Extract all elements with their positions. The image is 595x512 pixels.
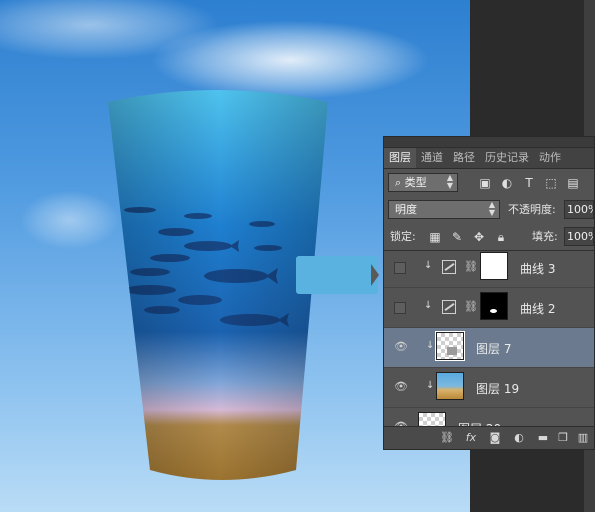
layer-mask-thumbnail[interactable] bbox=[480, 252, 508, 280]
thumb-content bbox=[447, 347, 457, 355]
layer-row[interactable]: ↓ ⛓ 曲线 3 bbox=[384, 248, 594, 288]
link-icon[interactable]: ⛓ bbox=[440, 431, 454, 445]
trash-icon[interactable]: ▥ bbox=[576, 431, 590, 445]
panel-tabs: 图层 通道 路径 历史记录 动作 bbox=[384, 148, 594, 169]
folder-icon[interactable]: ▬ bbox=[536, 431, 550, 445]
opacity-label: 不透明度: bbox=[508, 203, 556, 216]
layer-name[interactable]: 曲线 3 bbox=[520, 260, 555, 277]
updown-icon: ▲ ▼ bbox=[488, 200, 495, 217]
filter-row: ⌕ 类型 ▲ ▼ ▣ ◐ T ⬚ ▤ bbox=[384, 169, 594, 196]
lock-label: 锁定: bbox=[390, 230, 416, 243]
shape-filter-icon[interactable]: ⬚ bbox=[544, 176, 558, 190]
visibility-toggle[interactable] bbox=[394, 262, 406, 274]
panel-header-bar[interactable] bbox=[384, 137, 594, 148]
link-icon[interactable]: ⛓ bbox=[464, 300, 478, 313]
clip-arrow-icon: ↓ bbox=[426, 380, 435, 391]
clip-arrow-icon: ↓ bbox=[424, 260, 433, 271]
blend-row: 明度 ▲▼ 不透明度: 100% bbox=[384, 196, 594, 223]
fill-field[interactable]: 100% bbox=[564, 227, 594, 246]
opacity-field[interactable]: 100% bbox=[564, 200, 594, 219]
collapse-arrow-icon[interactable] bbox=[371, 264, 379, 286]
mask-icon[interactable]: ◙ bbox=[488, 431, 502, 445]
adjustment-icon[interactable]: ◐ bbox=[512, 431, 526, 445]
lock-row: 锁定: ▦ ✎ ✥ 🔒︎ 填充: 100% bbox=[384, 223, 594, 251]
smart-object-filter-icon[interactable]: ▤ bbox=[566, 176, 580, 190]
type-filter-icon[interactable]: T bbox=[522, 176, 536, 190]
blend-mode-select[interactable]: 明度 ▲ ▼ bbox=[388, 200, 500, 219]
layers-panel: 图层 通道 路径 历史记录 动作 ⌕ 类型 ▲ ▼ ▣ ◐ T ⬚ ▤ 明度 ▲ ▼… bbox=[383, 136, 595, 450]
layer-thumbnail[interactable] bbox=[436, 372, 464, 400]
curves-adjustment-icon bbox=[442, 260, 456, 274]
layer-row[interactable]: ↓ ⛓ 曲线 2 bbox=[384, 288, 594, 328]
lock-all-icon[interactable]: 🔒︎ bbox=[494, 230, 508, 244]
image-filter-icon[interactable]: ▣ bbox=[478, 176, 492, 190]
search-icon: ⌕ bbox=[395, 176, 405, 189]
blend-mode-label: 明度 bbox=[395, 203, 417, 216]
tab-layers[interactable]: 图层 bbox=[384, 148, 416, 168]
new-layer-icon[interactable]: ❐ bbox=[556, 431, 570, 445]
layer-row[interactable]: 👁︎ 图层 20 bbox=[384, 408, 594, 428]
layer-name[interactable]: 图层 7 bbox=[476, 340, 511, 357]
filter-type-select[interactable]: ⌕ 类型 ▲ ▼ bbox=[388, 173, 458, 192]
fill-label: 填充: bbox=[532, 230, 558, 243]
adjustment-filter-icon[interactable]: ◐ bbox=[500, 176, 514, 190]
mask-highlight bbox=[490, 309, 497, 313]
tab-channels[interactable]: 通道 bbox=[416, 148, 448, 168]
tab-history[interactable]: 历史记录 bbox=[480, 148, 534, 168]
layers-list: ↓ ⛓ 曲线 3 ↓ ⛓ 曲线 2 👁︎ ↓ 图层 7 👁︎ ↓ 图层 19 👁… bbox=[384, 248, 594, 428]
filter-type-label: 类型 bbox=[404, 176, 427, 189]
layer-name[interactable]: 图层 19 bbox=[476, 380, 519, 397]
updown-icon: ▲ ▼ bbox=[446, 173, 453, 190]
layer-row[interactable]: 👁︎ ↓ 图层 19 bbox=[384, 368, 594, 408]
fx-icon[interactable]: fx bbox=[464, 431, 478, 445]
visibility-toggle[interactable] bbox=[394, 302, 406, 314]
layer-mask-thumbnail[interactable] bbox=[480, 292, 508, 320]
clip-arrow-icon: ↓ bbox=[426, 340, 435, 351]
panel-drag-ghost bbox=[296, 256, 378, 294]
lock-brush-icon[interactable]: ✎ bbox=[450, 230, 464, 244]
panel-footer: ⛓ fx ◙ ◐ ▬ ❐ ▥ bbox=[384, 426, 594, 449]
lock-transparency-icon[interactable]: ▦ bbox=[428, 230, 442, 244]
tab-actions[interactable]: 动作 bbox=[534, 148, 566, 168]
layer-name[interactable]: 曲线 2 bbox=[520, 300, 555, 317]
layer-thumbnail[interactable] bbox=[435, 331, 465, 361]
curves-adjustment-icon bbox=[442, 300, 456, 314]
lock-position-icon[interactable]: ✥ bbox=[472, 230, 486, 244]
layer-row[interactable]: 👁︎ ↓ 图层 7 bbox=[384, 328, 594, 368]
eye-icon[interactable]: 👁︎ bbox=[394, 381, 408, 393]
clip-arrow-icon: ↓ bbox=[424, 300, 433, 311]
eye-icon[interactable]: 👁︎ bbox=[394, 341, 408, 353]
tab-paths[interactable]: 路径 bbox=[448, 148, 480, 168]
link-icon[interactable]: ⛓ bbox=[464, 260, 478, 273]
